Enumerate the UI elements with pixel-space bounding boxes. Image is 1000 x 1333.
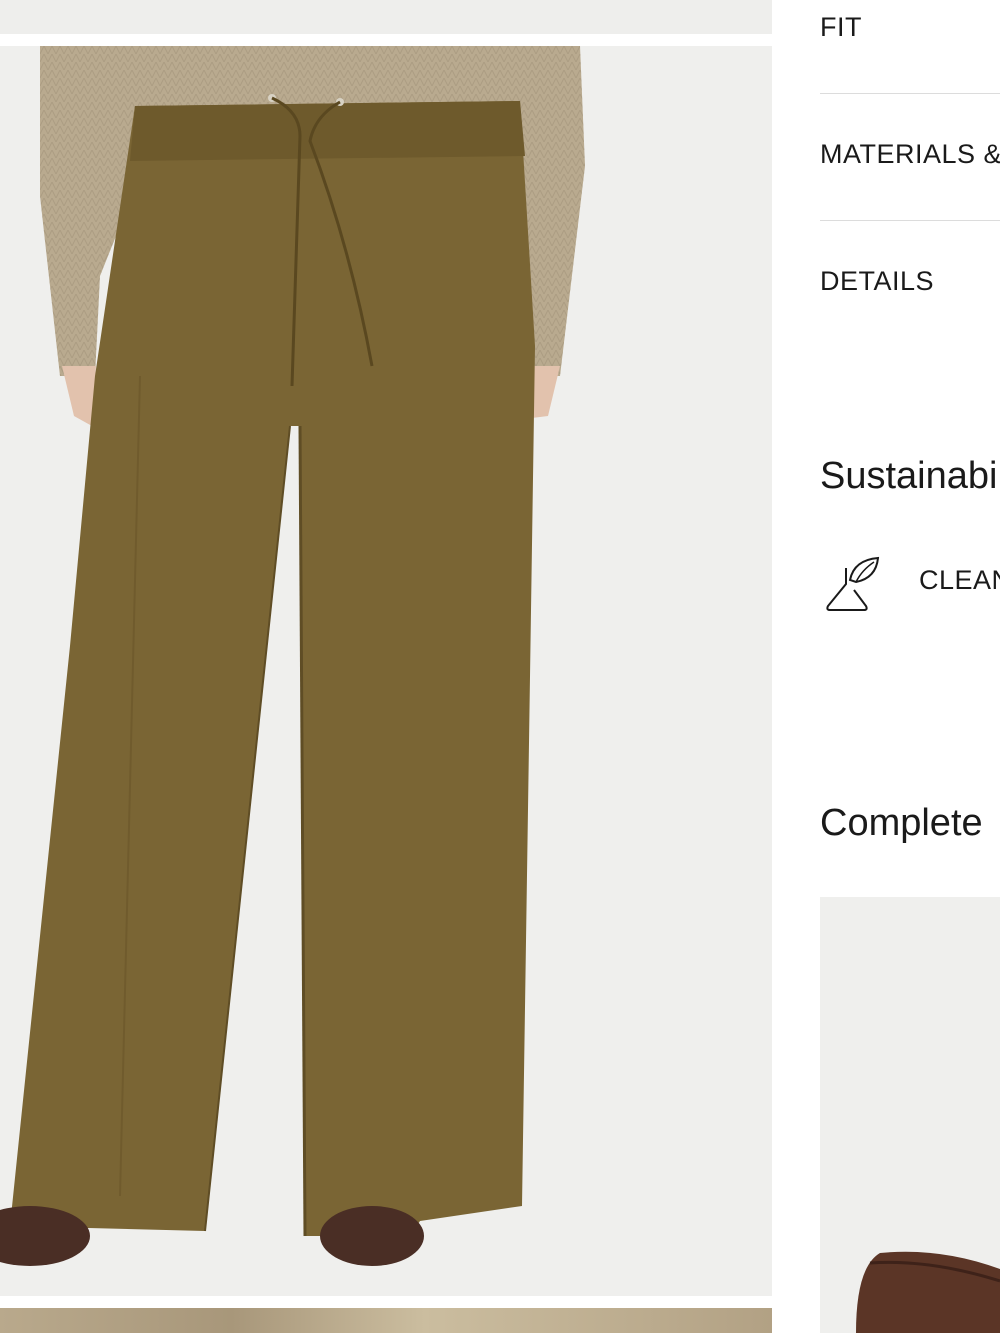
accordion-fit[interactable]: FIT: [820, 0, 1000, 95]
product-details-panel: FIT MATERIALS & DETAILS Sustainabi CLEAN…: [820, 0, 1000, 1333]
complete-the-look-title: Complete: [820, 802, 983, 844]
accordion-details[interactable]: DETAILS: [820, 222, 1000, 332]
gallery-image-previous[interactable]: [0, 0, 772, 34]
divider: [820, 93, 1000, 94]
sustainability-title: Sustainabi: [820, 455, 998, 497]
accordion-materials-label: MATERIALS &: [820, 139, 1000, 169]
gallery-image-next[interactable]: [0, 1308, 772, 1333]
complete-the-look-product-card[interactable]: [820, 897, 1000, 1333]
accordion-fit-label: FIT: [820, 12, 862, 42]
sustainability-badge-label: CLEAN: [919, 565, 1000, 595]
divider: [820, 220, 1000, 221]
product-photo: [0, 46, 585, 1266]
accordion-details-label: DETAILS: [820, 266, 935, 296]
accordion-materials[interactable]: MATERIALS &: [820, 95, 1000, 222]
product-gallery: [0, 0, 772, 1333]
shoe-image: [856, 1251, 1000, 1333]
gallery-image-main[interactable]: [0, 46, 772, 1296]
leaf-flask-icon: [826, 556, 880, 611]
